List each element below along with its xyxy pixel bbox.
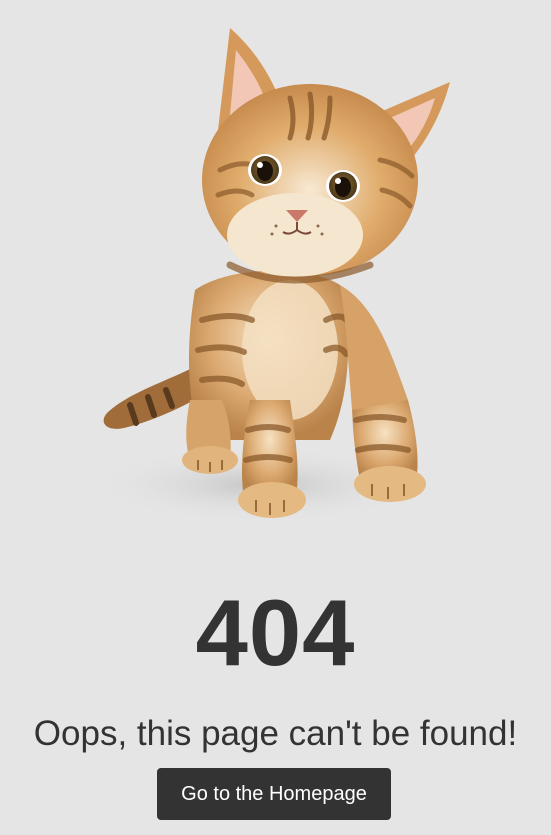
error-code: 404 <box>195 580 356 685</box>
go-home-button[interactable]: Go to the Homepage <box>157 768 391 820</box>
error-page: 404 Oops, this page can't be found! Go t… <box>0 0 551 835</box>
error-message: Oops, this page can't be found! <box>33 714 518 753</box>
kitten-illustration <box>90 20 460 530</box>
